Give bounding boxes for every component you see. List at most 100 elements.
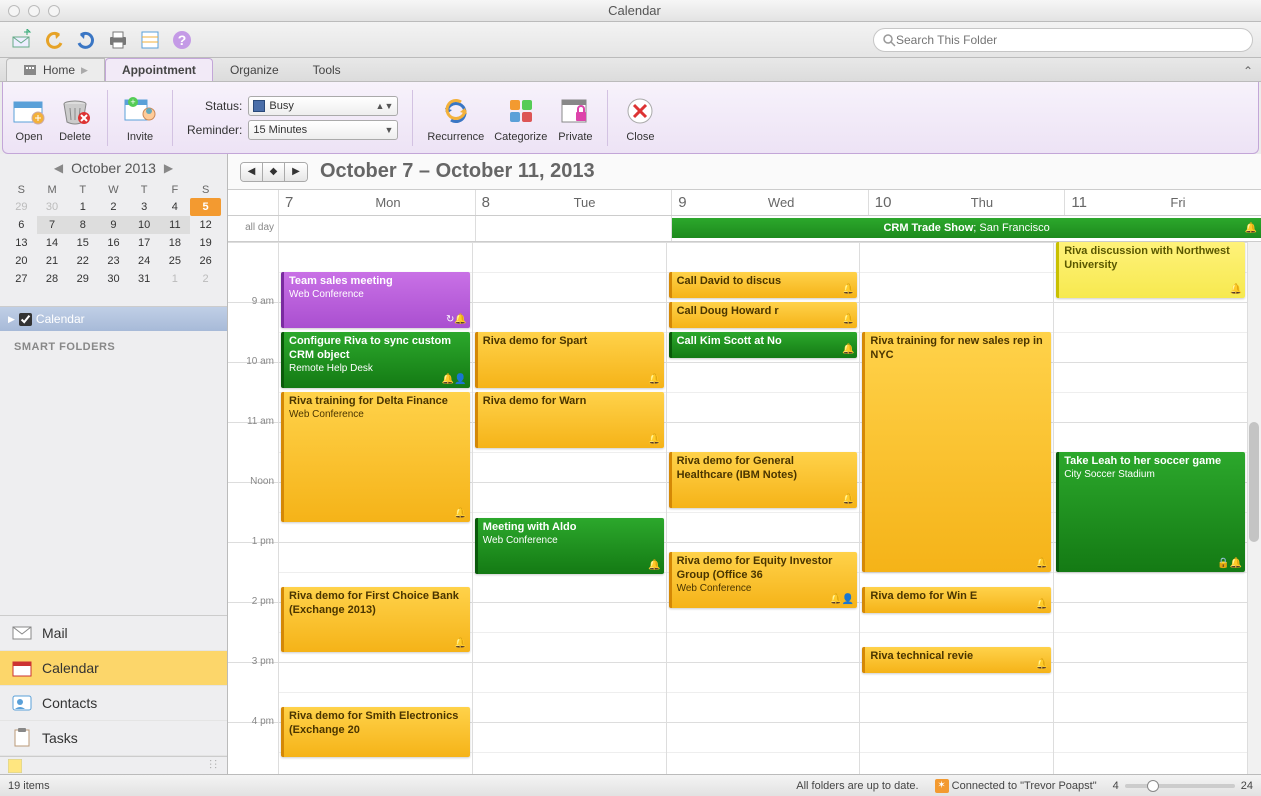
invite-button[interactable]: + Invite <box>122 93 158 143</box>
delete-button[interactable]: Delete <box>57 93 93 143</box>
day-column[interactable]: Riva discussion with Northwest Universit… <box>1053 242 1247 774</box>
categorize-button[interactable]: Categorize <box>494 93 547 143</box>
mini-cal-day[interactable]: 5 <box>190 198 221 216</box>
calendar-event[interactable]: Riva demo for General Healthcare (IBM No… <box>669 452 858 508</box>
mini-cal-day[interactable]: 2 <box>98 198 129 216</box>
private-button[interactable]: Private <box>557 93 593 143</box>
mini-cal-day[interactable]: 27 <box>6 270 37 288</box>
mini-cal-day[interactable]: 14 <box>37 234 68 252</box>
calendar-grid-scroll[interactable]: 9 am10 am11 amNoon1 pm2 pm3 pm4 pmTeam s… <box>228 242 1261 774</box>
mini-cal-day[interactable]: 19 <box>190 234 221 252</box>
mini-cal-day[interactable]: 8 <box>67 216 98 234</box>
mini-cal-day[interactable]: 1 <box>67 198 98 216</box>
mini-cal-day[interactable]: 30 <box>37 198 68 216</box>
nav-calendar[interactable]: Calendar <box>0 651 227 686</box>
mini-cal-day[interactable]: 22 <box>67 252 98 270</box>
scrollbar-thumb[interactable] <box>1249 422 1259 542</box>
calendar-event[interactable]: Riva training for Delta FinanceWeb Confe… <box>281 392 470 522</box>
mini-cal-day[interactable]: 10 <box>129 216 160 234</box>
nav-contacts[interactable]: Contacts <box>0 686 227 721</box>
mini-cal-day[interactable]: 11 <box>160 216 191 234</box>
calendar-event[interactable]: Riva demo for First Choice Bank (Exchang… <box>281 587 470 652</box>
mini-cal-day[interactable]: 17 <box>129 234 160 252</box>
tab-appointment[interactable]: Appointment <box>105 58 213 81</box>
undo-button[interactable] <box>40 26 68 54</box>
mini-cal-day[interactable]: 30 <box>98 270 129 288</box>
day-column[interactable]: Call David to discus🔔 Call Doug Howard r🔔… <box>666 242 860 774</box>
mini-cal-day[interactable]: 1 <box>160 270 191 288</box>
mini-cal-day[interactable]: 2 <box>190 270 221 288</box>
calendar-event[interactable]: Riva training for new sales rep in NYC🔔 <box>862 332 1051 572</box>
recurrence-button[interactable]: Recurrence <box>427 93 484 143</box>
calendar-event[interactable]: Riva demo for Warn🔔 <box>475 392 664 448</box>
day-column[interactable]: Riva training for new sales rep in NYC🔔 R… <box>859 242 1053 774</box>
calendar-event[interactable]: Call Doug Howard r🔔 <box>669 302 858 328</box>
search-input[interactable] <box>896 33 1244 47</box>
ribbon-collapse-button[interactable]: ⌃ <box>1235 61 1261 81</box>
search-box[interactable] <box>873 28 1253 52</box>
tab-tools[interactable]: Tools <box>296 58 358 81</box>
mini-cal-next[interactable]: ▶ <box>164 161 173 175</box>
nav-mail[interactable]: Mail <box>0 616 227 651</box>
zoom-slider[interactable] <box>1125 784 1235 788</box>
calendar-event[interactable]: Take Leah to her soccer gameCity Soccer … <box>1056 452 1245 572</box>
mini-cal-day[interactable]: 7 <box>37 216 68 234</box>
mini-cal-day[interactable]: 6 <box>6 216 37 234</box>
tab-home[interactable]: Home ▶ <box>6 58 105 81</box>
mini-cal-day[interactable]: 12 <box>190 216 221 234</box>
mini-cal-prev[interactable]: ◀ <box>54 161 63 175</box>
mini-cal-day[interactable]: 15 <box>67 234 98 252</box>
nav-tasks[interactable]: Tasks <box>0 721 227 756</box>
mini-cal-day[interactable]: 13 <box>6 234 37 252</box>
mini-cal-day[interactable]: 4 <box>160 198 191 216</box>
cal-prev-button[interactable]: ◀ <box>241 163 263 181</box>
day-column[interactable]: Team sales meetingWeb Conference↻🔔Config… <box>278 242 472 774</box>
calendar-event[interactable]: Meeting with AldoWeb Conference🔔 <box>475 518 664 574</box>
day-column[interactable]: Riva demo for Spart🔔Riva demo for Warn🔔 M… <box>472 242 666 774</box>
mini-cal-day[interactable]: 23 <box>98 252 129 270</box>
calendar-checkbox[interactable] <box>19 313 32 326</box>
mini-cal-day[interactable]: 18 <box>160 234 191 252</box>
calendar-list-header[interactable]: ▶ Calendar <box>0 306 227 331</box>
mini-cal-day[interactable]: 29 <box>67 270 98 288</box>
mini-calendar[interactable]: SMTWTFS293012345678910111213141516171819… <box>0 182 227 288</box>
open-button[interactable]: Open <box>11 93 47 143</box>
mini-cal-day[interactable]: 28 <box>37 270 68 288</box>
vertical-scrollbar[interactable] <box>1247 242 1261 774</box>
calendar-event[interactable]: Configure Riva to sync custom CRM object… <box>281 332 470 388</box>
calendar-event[interactable]: Team sales meetingWeb Conference↻🔔 <box>281 272 470 328</box>
mini-cal-day[interactable]: 24 <box>129 252 160 270</box>
calendar-event[interactable]: Riva demo for Smith Electronics (Exchang… <box>281 707 470 757</box>
print-button[interactable] <box>104 26 132 54</box>
minimize-window-button[interactable] <box>28 5 40 17</box>
mini-cal-day[interactable]: 20 <box>6 252 37 270</box>
mini-cal-day[interactable]: 31 <box>129 270 160 288</box>
cal-next-button[interactable]: ▶ <box>285 163 307 181</box>
cal-today-button[interactable]: ◆ <box>263 163 285 181</box>
sidebar-resize-handle[interactable]: ⫶⫶ <box>209 758 219 773</box>
calendar-event[interactable]: Riva discussion with Northwest Universit… <box>1056 242 1245 298</box>
zoom-window-button[interactable] <box>48 5 60 17</box>
send-receive-button[interactable] <box>8 26 36 54</box>
calendar-event[interactable]: Call David to discus🔔 <box>669 272 858 298</box>
mini-cal-day[interactable]: 25 <box>160 252 191 270</box>
tab-organize[interactable]: Organize <box>213 58 296 81</box>
zoom-control[interactable]: 4 24 <box>1113 780 1253 792</box>
allday-event[interactable]: CRM Trade Show; San Francisco 🔔 <box>672 218 1261 238</box>
redo-button[interactable] <box>72 26 100 54</box>
mini-cal-day[interactable]: 9 <box>98 216 129 234</box>
mini-cal-day[interactable]: 26 <box>190 252 221 270</box>
calendar-event[interactable]: Riva demo for Win E🔔 <box>862 587 1051 613</box>
notes-icon[interactable] <box>8 759 22 773</box>
calendar-event[interactable]: Call Kim Scott at No🔔 <box>669 332 858 358</box>
status-dropdown[interactable]: Busy▲▼ <box>248 96 398 116</box>
calendar-event[interactable]: Riva demo for Equity Investor Group (Off… <box>669 552 858 608</box>
calendar-event[interactable]: Riva demo for Spart🔔 <box>475 332 664 388</box>
mini-cal-day[interactable]: 3 <box>129 198 160 216</box>
close-window-button[interactable] <box>8 5 20 17</box>
mini-cal-day[interactable]: 29 <box>6 198 37 216</box>
mini-cal-day[interactable]: 21 <box>37 252 68 270</box>
list-toggle-button[interactable] <box>136 26 164 54</box>
reminder-dropdown[interactable]: 15 Minutes▼ <box>248 120 398 140</box>
close-button[interactable]: Close <box>622 93 658 143</box>
